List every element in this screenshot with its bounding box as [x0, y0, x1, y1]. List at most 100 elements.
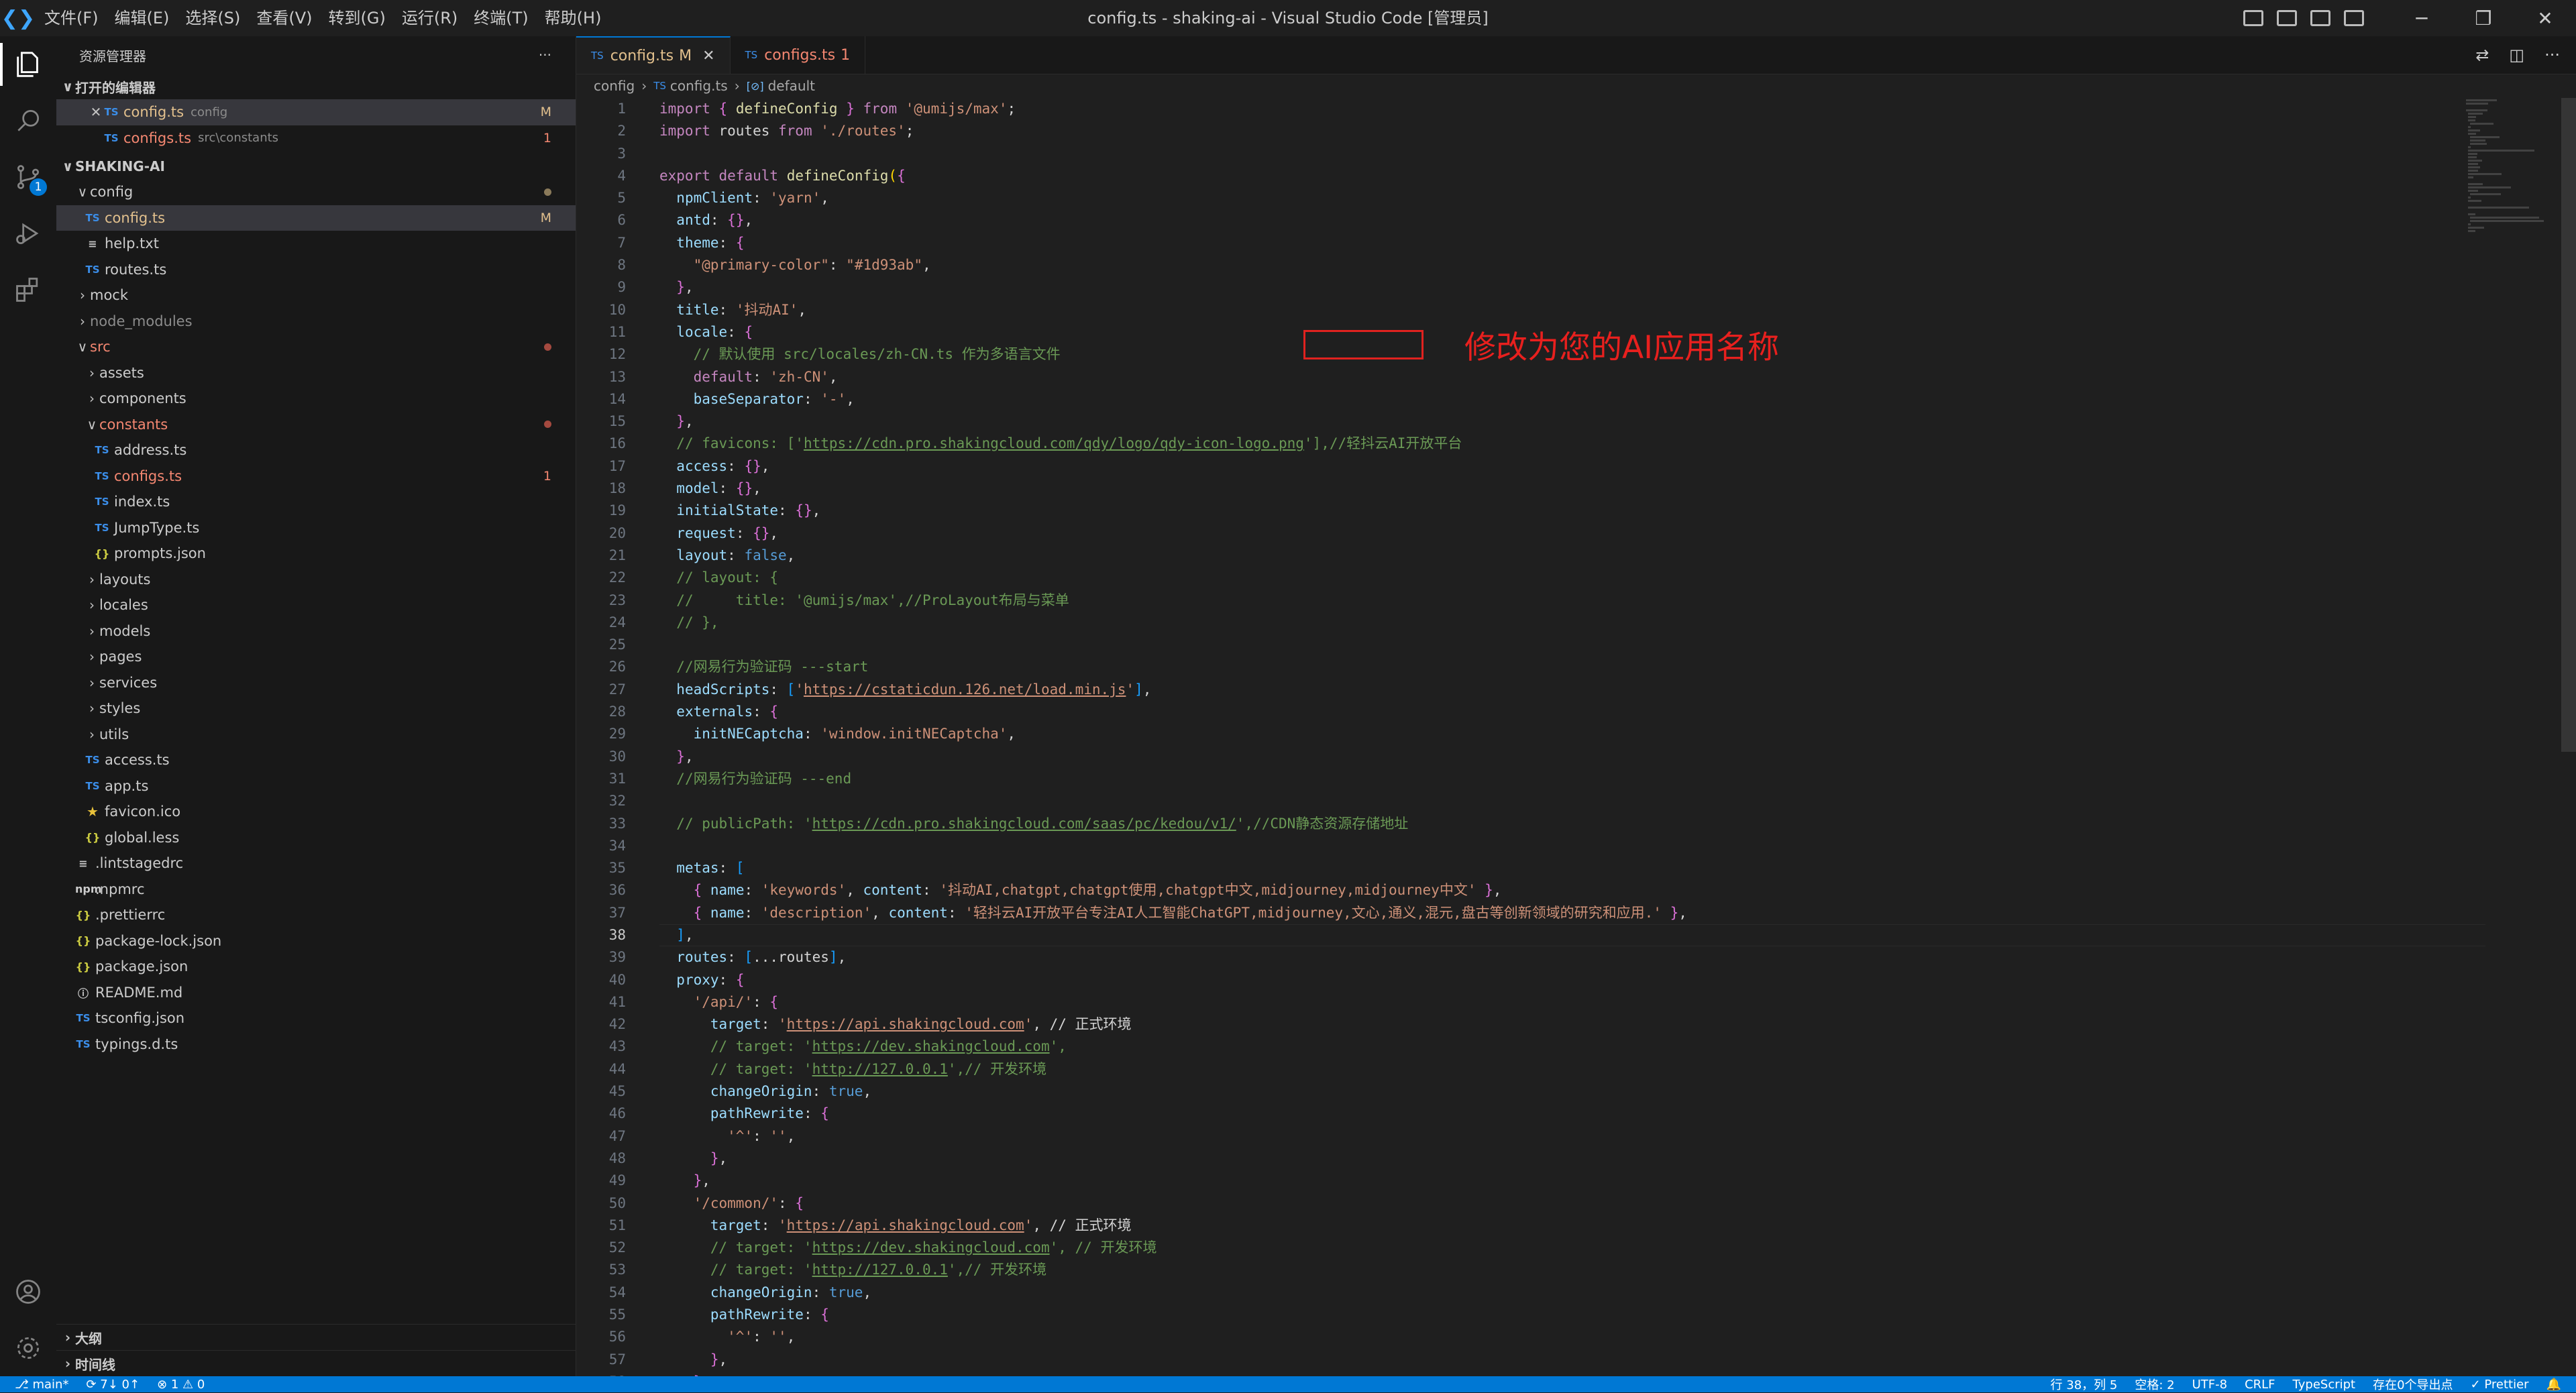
code-line[interactable]: 42 target: 'https://api.shakingcloud.com…: [576, 1013, 2576, 1036]
code-line[interactable]: 56 '^': '',: [576, 1326, 2576, 1348]
code-line[interactable]: 50 '/common/': {: [576, 1192, 2576, 1215]
menu-item[interactable]: 文件(F): [36, 0, 107, 36]
file-item[interactable]: ≡ help.txt: [56, 231, 576, 257]
code-line[interactable]: 52 // target: 'https://dev.shakingcloud.…: [576, 1237, 2576, 1259]
code-line[interactable]: 57 },: [576, 1349, 2576, 1371]
code-line[interactable]: 6 antd: {},: [576, 209, 2576, 231]
extension-status[interactable]: 存在0个导出点: [2373, 1376, 2453, 1393]
minimap[interactable]: [2466, 98, 2553, 232]
file-item[interactable]: TS routes.ts: [56, 257, 576, 283]
menu-item[interactable]: 转到(G): [321, 0, 394, 36]
code-line[interactable]: 54 changeOrigin: true,: [576, 1282, 2576, 1304]
code-line[interactable]: 17 access: {},: [576, 455, 2576, 478]
customize-layout-icon[interactable]: [2344, 10, 2364, 26]
code-editor[interactable]: 1 import { defineConfig } from '@umijs/ma…: [576, 98, 2576, 1376]
code-line[interactable]: 38 ],: [576, 924, 2576, 947]
problems-status[interactable]: ⊗ 1 ⚠ 0: [157, 1378, 205, 1392]
folder-item[interactable]: › services: [56, 670, 576, 696]
more-actions-icon[interactable]: ···: [2544, 46, 2560, 64]
line-ending[interactable]: CRLF: [2245, 1378, 2275, 1392]
code-line[interactable]: 44 // target: 'http://127.0.0.1',// 开发环境: [576, 1058, 2576, 1080]
code-line[interactable]: 8 "@primary-color": "#1d93ab",: [576, 254, 2576, 276]
code-line[interactable]: 41 '/api/': {: [576, 991, 2576, 1013]
code-line[interactable]: 16 // favicons: ['https://cdn.pro.shakin…: [576, 433, 2576, 455]
code-line[interactable]: 9 },: [576, 276, 2576, 298]
folder-item[interactable]: › utils: [56, 722, 576, 748]
code-line[interactable]: 10 title: '抖动AI',: [576, 299, 2576, 321]
code-line[interactable]: 3: [576, 143, 2576, 165]
sync-status[interactable]: ⟳ 7↓ 0↑: [86, 1378, 140, 1392]
encoding[interactable]: UTF-8: [2192, 1378, 2227, 1392]
file-item[interactable]: TS config.ts M: [56, 205, 576, 231]
close-window-button[interactable]: ✕: [2514, 0, 2576, 36]
code-line[interactable]: 31 //网易行为验证码 ---end: [576, 768, 2576, 790]
minimize-button[interactable]: ─: [2391, 0, 2453, 36]
accounts-icon[interactable]: [0, 1264, 56, 1320]
prettier-status[interactable]: ✓ Prettier: [2471, 1378, 2529, 1392]
folder-item[interactable]: › locales: [56, 592, 576, 618]
open-editor-item[interactable]: TS configs.ts src\constants 1: [56, 125, 576, 152]
file-item[interactable]: TS configs.ts 1: [56, 463, 576, 490]
settings-gear-icon[interactable]: [0, 1320, 56, 1376]
open-editor-item[interactable]: ✕ TS config.ts config M: [56, 99, 576, 125]
code-line[interactable]: 13 default: 'zh-CN',: [576, 366, 2576, 388]
outline-section[interactable]: › 大纲: [56, 1324, 576, 1350]
folder-item[interactable]: ∨ src: [56, 334, 576, 360]
split-editor-icon[interactable]: ◫: [2509, 46, 2524, 64]
breadcrumb-file[interactable]: config.ts: [670, 78, 728, 94]
more-actions-icon[interactable]: ···: [539, 47, 551, 63]
project-section[interactable]: ∨ SHAKING-AI: [56, 154, 576, 179]
code-line[interactable]: 34: [576, 835, 2576, 857]
file-item[interactable]: {} .prettierrc: [56, 902, 576, 928]
folder-item[interactable]: › node_modules: [56, 309, 576, 335]
notifications-bell-icon[interactable]: 🔔: [2546, 1378, 2561, 1392]
close-tab-icon[interactable]: ✕: [702, 48, 714, 64]
scroll-thumb[interactable]: [2561, 98, 2576, 752]
code-line[interactable]: 43 // target: 'https://dev.shakingcloud.…: [576, 1036, 2576, 1058]
source-control-icon[interactable]: 1: [0, 149, 56, 205]
file-item[interactable]: {} global.less: [56, 825, 576, 851]
code-line[interactable]: 19 initialState: {},: [576, 500, 2576, 522]
code-line[interactable]: 27 headScripts: ['https://cstaticdun.126…: [576, 679, 2576, 701]
menu-item[interactable]: 编辑(E): [107, 0, 178, 36]
file-item[interactable]: TS index.ts: [56, 489, 576, 515]
code-line[interactable]: 32: [576, 790, 2576, 812]
code-line[interactable]: 39 routes: [...routes],: [576, 946, 2576, 968]
code-line[interactable]: 30 },: [576, 746, 2576, 768]
tab-configs-ts[interactable]: TS configs.ts 1: [731, 36, 866, 74]
file-item[interactable]: TS app.ts: [56, 773, 576, 799]
menu-item[interactable]: 帮助(H): [537, 0, 610, 36]
open-changes-icon[interactable]: ⇄: [2475, 46, 2489, 64]
folder-item[interactable]: › assets: [56, 360, 576, 386]
code-line[interactable]: 40 proxy: {: [576, 969, 2576, 991]
file-item[interactable]: ≡ .lintstagedrc: [56, 850, 576, 877]
file-item[interactable]: TS address.ts: [56, 437, 576, 463]
menu-item[interactable]: 运行(R): [394, 0, 466, 36]
file-item[interactable]: ★ favicon.ico: [56, 799, 576, 825]
code-line[interactable]: 26 //网易行为验证码 ---start: [576, 656, 2576, 678]
code-line[interactable]: 25: [576, 634, 2576, 656]
menu-item[interactable]: 查看(V): [248, 0, 320, 36]
code-line[interactable]: 5 npmClient: 'yarn',: [576, 187, 2576, 209]
restore-button[interactable]: ❐: [2453, 0, 2514, 36]
menu-item[interactable]: 终端(T): [466, 0, 536, 36]
folder-item[interactable]: ∨ config: [56, 179, 576, 205]
breadcrumb-folder[interactable]: config: [594, 78, 635, 94]
code-line[interactable]: 14 baseSeparator: '-',: [576, 388, 2576, 410]
file-item[interactable]: npm .npmrc: [56, 877, 576, 903]
file-item[interactable]: {} package-lock.json: [56, 928, 576, 954]
close-icon[interactable]: ✕: [89, 104, 103, 120]
code-line[interactable]: 51 target: 'https://api.shakingcloud.com…: [576, 1215, 2576, 1237]
code-line[interactable]: 45 changeOrigin: true,: [576, 1080, 2576, 1103]
toggle-panel-icon[interactable]: [2277, 10, 2297, 26]
code-line[interactable]: 28 externals: {: [576, 701, 2576, 723]
code-line[interactable]: 21 layout: false,: [576, 545, 2576, 567]
file-item[interactable]: TS access.ts: [56, 747, 576, 773]
folder-item[interactable]: › layouts: [56, 567, 576, 593]
code-line[interactable]: 53 // target: 'http://127.0.0.1',// 开发环境: [576, 1259, 2576, 1281]
tab-config-ts[interactable]: TS config.ts M ✕: [576, 36, 731, 74]
code-line[interactable]: 29 initNECaptcha: 'window.initNECaptcha'…: [576, 723, 2576, 745]
code-line[interactable]: 22 // layout: {: [576, 567, 2576, 589]
folder-item[interactable]: ∨ constants: [56, 412, 576, 438]
file-item[interactable]: TS typings.d.ts: [56, 1032, 576, 1058]
